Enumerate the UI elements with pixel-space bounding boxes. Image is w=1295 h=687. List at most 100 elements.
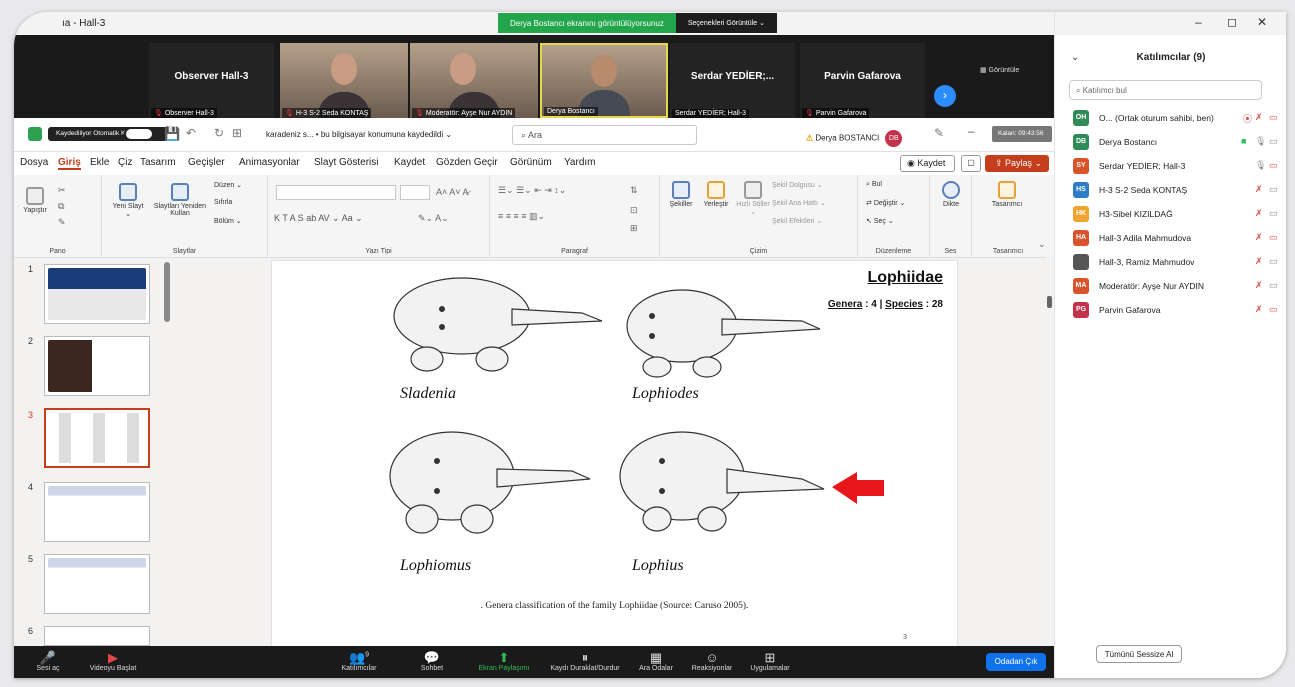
start-video-button[interactable]: ▶ Videoyu Başlat xyxy=(78,650,148,672)
tab-slayt-gosterisi[interactable]: Slayt Gösterisi xyxy=(314,157,378,168)
slide-canvas[interactable]: Lophiidae Genera : 4 | Species : 28 Slad… xyxy=(272,261,957,646)
quick-styles-button[interactable]: Hızlı Stiller ⌄ xyxy=(736,181,770,216)
record-button[interactable]: ◉ Kaydet xyxy=(900,155,955,172)
arrange-button[interactable]: Yerleştir xyxy=(698,181,734,208)
participant-row[interactable]: OH O... (Ortak oturum sahibi, ben) ⦿ ✗ ▭ xyxy=(1055,108,1286,130)
video-tile[interactable]: 🎙 H-3 S-2 Seda KONTAŞ xyxy=(280,43,408,118)
video-tile-active[interactable]: Derya Bostancı xyxy=(540,43,668,118)
thumbnail-scrollbar[interactable] xyxy=(164,262,170,322)
apps-button[interactable]: ⊞ Uygulamalar xyxy=(742,650,798,672)
search-input[interactable]: ⌕ Ara xyxy=(512,125,697,145)
align-text-icon[interactable]: ⊡ xyxy=(630,205,638,216)
reset-button[interactable]: Sıfırla xyxy=(214,199,232,206)
leave-meeting-button[interactable]: Odadan Çık xyxy=(986,653,1046,671)
video-tile[interactable]: Serdar YEDİER;... Serdar YEDİER; Hall-3 xyxy=(670,43,795,118)
slide-thumbnail[interactable] xyxy=(44,336,150,396)
font-grow-icon[interactable]: A˄ A˅ A̷ xyxy=(436,187,469,197)
format-painter-icon[interactable]: ✎ xyxy=(58,217,66,228)
smartart-icon[interactable]: ⊞ xyxy=(630,223,638,234)
minimize-button[interactable]: – xyxy=(1195,15,1202,29)
participant-row[interactable]: HA Hall-3 Adila Mahmudova ✗ ▭ xyxy=(1055,228,1286,250)
find-button[interactable]: ⌕ Bul xyxy=(866,181,882,189)
user-account[interactable]: ⚠ Derya BOSTANCI DB xyxy=(806,130,903,147)
view-button[interactable]: ▦ Görüntüle xyxy=(980,66,1019,74)
comments-button[interactable]: ▢ xyxy=(961,155,981,172)
autosave-toggle[interactable] xyxy=(124,127,154,141)
next-page-icon[interactable]: › xyxy=(934,85,956,107)
minimize-icon[interactable]: – xyxy=(968,124,975,138)
collapse-ribbon-icon[interactable]: ⌄ xyxy=(1038,239,1046,250)
scroll-thumb[interactable] xyxy=(1047,296,1052,308)
participant-row[interactable]: PG Parvin Gafarova ✗ ▭ xyxy=(1055,300,1286,322)
participant-row[interactable]: Hall-3, Ramiz Mahmudov ✗ ▭ xyxy=(1055,252,1286,274)
tab-tasarim[interactable]: Tasarım xyxy=(140,157,176,168)
tab-yardim[interactable]: Yardım xyxy=(564,157,596,168)
participant-row[interactable]: HS H-3 S-2 Seda KONTAŞ ✗ ▭ xyxy=(1055,180,1286,202)
slide-thumbnail-selected[interactable] xyxy=(44,408,150,468)
reuse-slides-button[interactable]: Slaytları Yeniden Kullan xyxy=(152,183,208,217)
layout-button[interactable]: Düzen ⌄ xyxy=(214,181,242,189)
participant-row[interactable]: HK H3-Sibel KIZILDAĞ ✗ ▭ xyxy=(1055,204,1286,226)
align-icon[interactable]: ≡ ≡ ≡ ≡ ▥⌄ xyxy=(498,211,545,222)
select-button[interactable]: ↖ Seç ⌄ xyxy=(866,217,894,225)
undo-icon[interactable]: ↶ xyxy=(186,126,196,140)
pen-icon[interactable]: ✎ xyxy=(934,126,944,140)
slide-thumbnail[interactable] xyxy=(44,482,150,542)
tab-gecisler[interactable]: Geçişler xyxy=(188,157,225,168)
tab-giris[interactable]: Giriş xyxy=(58,157,81,170)
font-name-dropdown[interactable] xyxy=(276,185,396,200)
video-tile[interactable]: Observer Hall-3 🎙 Observer Hall-3 xyxy=(149,43,274,118)
font-formatting-buttons[interactable]: K T A S ab AV ⌄ Aa ⌄ xyxy=(274,213,363,224)
slide-thumbnail[interactable] xyxy=(44,626,150,646)
pause-recording-button[interactable]: ⏸ Kaydı Duraklat/Durdur xyxy=(540,650,630,672)
unmute-button[interactable]: 🎤 Sesi aç xyxy=(28,650,68,672)
video-tile[interactable]: Parvin Gafarova 🎙 Parvin Gafarova xyxy=(800,43,925,118)
font-size-dropdown[interactable] xyxy=(400,185,430,200)
participant-search-input[interactable]: ⌕ Katılımcı bul xyxy=(1069,80,1262,100)
section-button[interactable]: Bölüm ⌄ xyxy=(214,217,242,225)
tab-dosya[interactable]: Dosya xyxy=(20,157,48,168)
participants-button[interactable]: 👥9 Katılımcılar xyxy=(334,650,384,672)
reactions-button[interactable]: ☺ Reaksiyonlar xyxy=(684,650,740,672)
slide-scrollbar[interactable] xyxy=(1046,256,1054,646)
share-screen-button[interactable]: ⬆ Ekran Paylaşımı xyxy=(470,650,538,672)
shape-effects-button[interactable]: Şekil Efektleri ⌄ xyxy=(772,217,822,225)
redo-icon[interactable]: ↻ xyxy=(214,126,224,140)
tab-gorunum[interactable]: Görünüm xyxy=(510,157,552,168)
font-color-icon[interactable]: ✎⌄ A⌄ xyxy=(418,213,449,224)
copy-icon[interactable]: ⧉ xyxy=(58,201,64,212)
paste-button[interactable]: Yapıştır xyxy=(20,187,50,214)
tab-ekle[interactable]: Ekle xyxy=(90,157,109,168)
maximize-button[interactable]: ◻ xyxy=(1227,15,1237,29)
replace-button[interactable]: ⇄ Değiştir ⌄ xyxy=(866,199,905,207)
participant-row[interactable]: DB Derya Bostancı ■ 🎙 ▭ xyxy=(1055,132,1286,154)
file-name[interactable]: karadeniz s... • bu bilgisayar konumuna … xyxy=(266,130,452,139)
tab-gozden-gecir[interactable]: Gözden Geçir xyxy=(436,157,498,168)
bullets-icon[interactable]: ☰⌄ ☰⌄ ⇤ ⇥ ↕⌄ xyxy=(498,185,566,196)
participant-row[interactable]: MA Moderatör: Ayşe Nur AYDIN ✗ ▭ xyxy=(1055,276,1286,298)
designer-button[interactable]: Tasarımcı xyxy=(980,181,1034,208)
share-button[interactable]: ⇪ Paylaş ⌄ xyxy=(985,155,1049,172)
view-options-button[interactable]: Seçenekleri Görüntüle ⌄ xyxy=(675,13,777,33)
reuse-slides-icon xyxy=(171,183,189,201)
video-tile[interactable]: 🎙 Moderatör: Ayşe Nur AYDIN xyxy=(410,43,538,118)
chat-button[interactable]: 💬 Sohbet xyxy=(412,650,452,672)
slide-thumbnail[interactable] xyxy=(44,554,150,614)
shape-fill-button[interactable]: Şekil Dolgusu ⌄ xyxy=(772,181,823,189)
save-icon[interactable]: 💾 xyxy=(164,126,180,142)
present-icon[interactable]: ⊞ xyxy=(232,126,242,140)
dictate-button[interactable]: Dikte xyxy=(934,181,968,208)
new-slide-button[interactable]: Yeni Slayt ⌄ xyxy=(110,183,146,218)
text-direction-icon[interactable]: ⇅ xyxy=(630,185,638,196)
mute-all-button[interactable]: Tümünü Sessize Al xyxy=(1096,645,1182,663)
shape-outline-button[interactable]: Şekil Ana Hattı ⌄ xyxy=(772,199,826,207)
tab-kaydet[interactable]: Kaydet xyxy=(394,157,425,168)
slide-thumbnail[interactable] xyxy=(44,264,150,324)
cut-icon[interactable]: ✂ xyxy=(58,185,66,196)
tab-ciz[interactable]: Çiz xyxy=(118,157,132,168)
tab-animasyonlar[interactable]: Animasyonlar xyxy=(239,157,300,168)
breakout-rooms-button[interactable]: ▦ Ara Odalar xyxy=(632,650,680,672)
shapes-button[interactable]: Şekiller xyxy=(664,181,698,208)
participant-row[interactable]: SY Serdar YEDİER; Hall-3 🎙 ▭ xyxy=(1055,156,1286,178)
close-button[interactable]: ✕ xyxy=(1257,15,1267,29)
